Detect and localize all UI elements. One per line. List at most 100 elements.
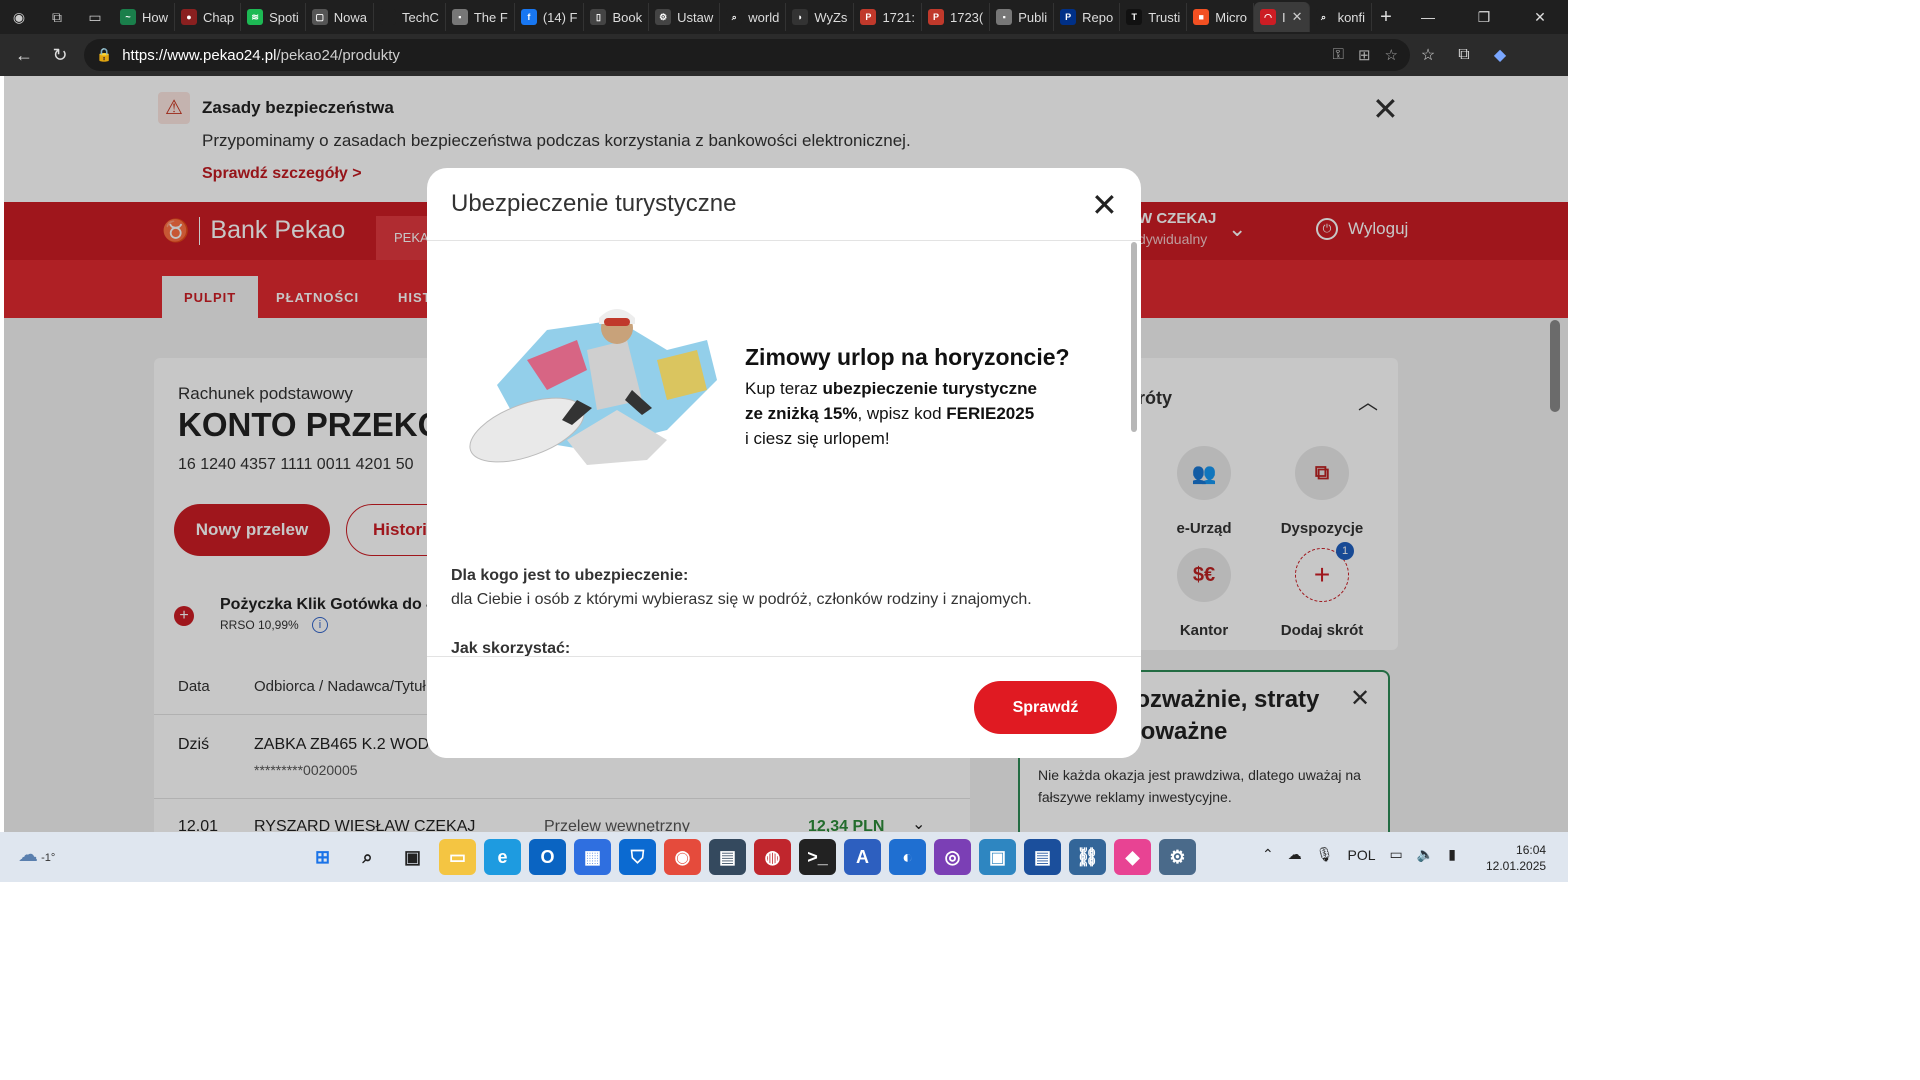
browser-tab[interactable]: ■ Micro xyxy=(1187,3,1255,31)
outlook-icon[interactable]: O xyxy=(529,839,566,875)
refresh-button[interactable]: ↻ xyxy=(42,37,78,73)
tab-favicon-icon: ◠ xyxy=(1260,9,1277,25)
speaker-icon[interactable]: 🔈 xyxy=(1417,846,1434,863)
tab-favicon-icon: ▢ xyxy=(311,9,328,25)
check-button[interactable]: Sprawdź xyxy=(974,681,1117,734)
close-window-button[interactable]: ✕ xyxy=(1512,0,1568,34)
browser-tab[interactable]: ⚙ Ustaw xyxy=(649,3,721,31)
close-tab-icon[interactable]: ✕ xyxy=(1292,9,1303,25)
github-icon[interactable]: ◎ xyxy=(934,839,971,875)
onedrive-icon[interactable]: ☁ xyxy=(1288,846,1302,863)
network-icon[interactable]: ⛓ xyxy=(1069,839,1106,875)
address-bar[interactable]: 🔒 https://www.pekao24.pl/pekao24/produkt… xyxy=(84,39,1410,71)
collections-icon[interactable]: ⧉ xyxy=(1446,46,1482,64)
app-icon[interactable]: A xyxy=(844,839,881,875)
microphone-icon[interactable]: 🎙 xyxy=(1316,846,1334,863)
chevron-up-icon[interactable]: ⌃ xyxy=(1262,846,1274,863)
snowboarder-illustration xyxy=(469,309,717,465)
tab-favicon-icon: ⚙ xyxy=(655,9,672,25)
settings-icon[interactable]: ⚙ xyxy=(1159,839,1196,875)
apps-icon[interactable]: ⊞ xyxy=(1358,46,1371,64)
browser-tab[interactable]: ◠ I ✕ xyxy=(1254,2,1310,32)
tab-favicon-icon: ▪ xyxy=(451,9,468,25)
promo-heading: Zimowy urlop na horyzoncie? xyxy=(745,344,1070,370)
tab-favicon-icon: ⌕ xyxy=(726,9,743,25)
tab-label: (14) F xyxy=(542,9,578,25)
browser-tab-strip: ◉ ⧉ ▭ ~ How ● Chap ≋ Spoti ▢ Nowa TechC ▪ The F f (1… xyxy=(0,0,1568,34)
key-icon[interactable]: ⚿ xyxy=(1333,46,1344,64)
tab-label: Spoti xyxy=(269,9,299,25)
lock-icon[interactable]: 🔒 xyxy=(96,47,112,63)
browser-tab[interactable]: P 1723( xyxy=(922,3,991,31)
copilot-icon[interactable]: ◆ xyxy=(1482,45,1518,65)
start-icon[interactable]: ⊞ xyxy=(304,839,341,875)
restore-button[interactable]: ❐ xyxy=(1456,0,1512,34)
tab-actions-icon[interactable]: ▭ xyxy=(76,0,114,34)
minimize-button[interactable]: — xyxy=(1400,0,1456,34)
temperature: -1° xyxy=(41,852,56,864)
tab-favicon-icon: P xyxy=(927,9,944,25)
browser-tab[interactable]: ◗ WyZs xyxy=(786,3,855,31)
tab-label: The F xyxy=(473,9,508,25)
tab-favicon-icon: ⌕ xyxy=(1315,9,1332,25)
app-icon[interactable]: ◍ xyxy=(754,839,791,875)
url-path: /pekao24/produkty xyxy=(276,46,400,64)
workspaces-icon[interactable]: ⧉ xyxy=(38,0,76,34)
save-icon[interactable]: ▤ xyxy=(1024,839,1061,875)
tab-favicon-icon: ▯ xyxy=(590,9,607,25)
tab-label: Chap xyxy=(203,9,235,25)
time: 16:04 xyxy=(1516,843,1547,857)
browser-tab[interactable]: ● Chap xyxy=(175,3,242,31)
browser-tab[interactable]: ▪ The F xyxy=(446,3,515,31)
language-indicator[interactable]: POL xyxy=(1348,847,1376,863)
browser-tab[interactable]: P Repo xyxy=(1054,3,1121,31)
store-icon[interactable]: ▦ xyxy=(574,839,611,875)
virtualbox-icon[interactable]: ▤ xyxy=(709,839,746,875)
terminal-icon[interactable]: >_ xyxy=(799,839,836,875)
favorites-icon[interactable]: ☆ xyxy=(1410,45,1446,65)
question-for-whom: Dla kogo jest to ubezpieczenie: xyxy=(451,567,689,584)
tab-favicon-icon: ~ xyxy=(120,9,136,25)
browser-tab[interactable]: ≋ Spoti xyxy=(241,3,306,31)
tab-label: konfi xyxy=(1337,9,1366,25)
tab-label: I xyxy=(1282,9,1286,25)
browser-tab[interactable]: P 1721: xyxy=(854,3,922,31)
battery-icon[interactable]: ▮ xyxy=(1448,846,1456,863)
back-button[interactable]: ← xyxy=(6,37,42,73)
close-icon[interactable]: ✕ xyxy=(1091,186,1118,224)
tab-label: Book xyxy=(612,9,643,25)
insurance-modal: Ubezpieczenie turystyczne ✕ Zimowy urlop… xyxy=(427,168,1141,758)
profile-icon[interactable]: ◉ xyxy=(0,0,38,34)
browser-tab[interactable]: ⌕ konfi xyxy=(1310,3,1373,31)
cloud-icon: ☁ xyxy=(18,844,38,866)
edge-icon[interactable]: e xyxy=(484,839,521,875)
app-icon[interactable]: ▣ xyxy=(979,839,1016,875)
app-icon[interactable]: ◆ xyxy=(1114,839,1151,875)
task-view-icon[interactable]: ▣ xyxy=(394,839,431,875)
browser-tab[interactable]: ▯ Book xyxy=(584,3,650,31)
weather-widget[interactable]: ☁ -1° xyxy=(18,842,55,867)
clock[interactable]: 16:04 12.01.2025 xyxy=(1486,842,1546,874)
tab-favicon-icon: T xyxy=(1126,9,1143,25)
search-icon[interactable]: ⌕ xyxy=(349,839,386,875)
browser-tab[interactable]: ~ How xyxy=(114,3,176,31)
modal-scrollbar[interactable] xyxy=(1131,242,1137,432)
browser-tab[interactable]: TechC xyxy=(374,3,446,31)
browser-tab[interactable]: f (14) F xyxy=(515,3,585,31)
chrome-icon[interactable]: ◉ xyxy=(664,839,701,875)
tab-favicon-icon: ■ xyxy=(1193,9,1210,25)
browser-tab[interactable]: ▢ Nowa xyxy=(306,3,374,31)
tab-favicon-icon: ≋ xyxy=(247,9,264,25)
favorite-star-icon[interactable]: ☆ xyxy=(1385,46,1398,64)
monitor-icon[interactable]: ▭ xyxy=(1390,846,1403,863)
defender-icon[interactable]: ⛉ xyxy=(619,839,656,875)
new-tab-button[interactable]: + xyxy=(1372,6,1400,29)
browser-tab[interactable]: ⌕ world xyxy=(720,3,787,31)
file-explorer-icon[interactable]: ▭ xyxy=(439,839,476,875)
tab-favicon-icon: P xyxy=(1060,9,1077,25)
browser-tab[interactable]: ▪ Publi xyxy=(990,3,1055,31)
browser-tab[interactable]: T Trusti xyxy=(1120,3,1188,31)
tab-favicon-icon: ◗ xyxy=(792,9,809,25)
tab-label: WyZs xyxy=(814,9,848,25)
app-icon[interactable]: ◐ xyxy=(889,839,926,875)
